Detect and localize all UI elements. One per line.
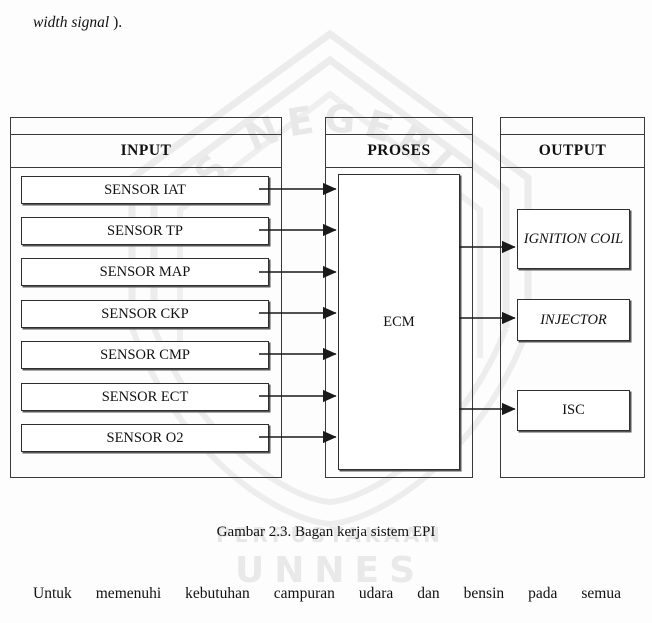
- document-page: S NEGERI PERPUSTAKAAN UNNES width signal…: [0, 0, 652, 623]
- diagram-connectors: [0, 0, 652, 500]
- block-diagram: INPUT SENSOR IAT SENSOR TP SENSOR MAP SE…: [0, 0, 652, 500]
- figure-caption: Gambar 2.3. Bagan kerja sistem EPI: [216, 524, 436, 540]
- ecm-to-output-arrows: [459, 240, 516, 416]
- body-paragraph: Untuk memenuhi kebutuhan campuran udara …: [33, 585, 621, 602]
- input-to-ecm-arrows: [259, 182, 337, 444]
